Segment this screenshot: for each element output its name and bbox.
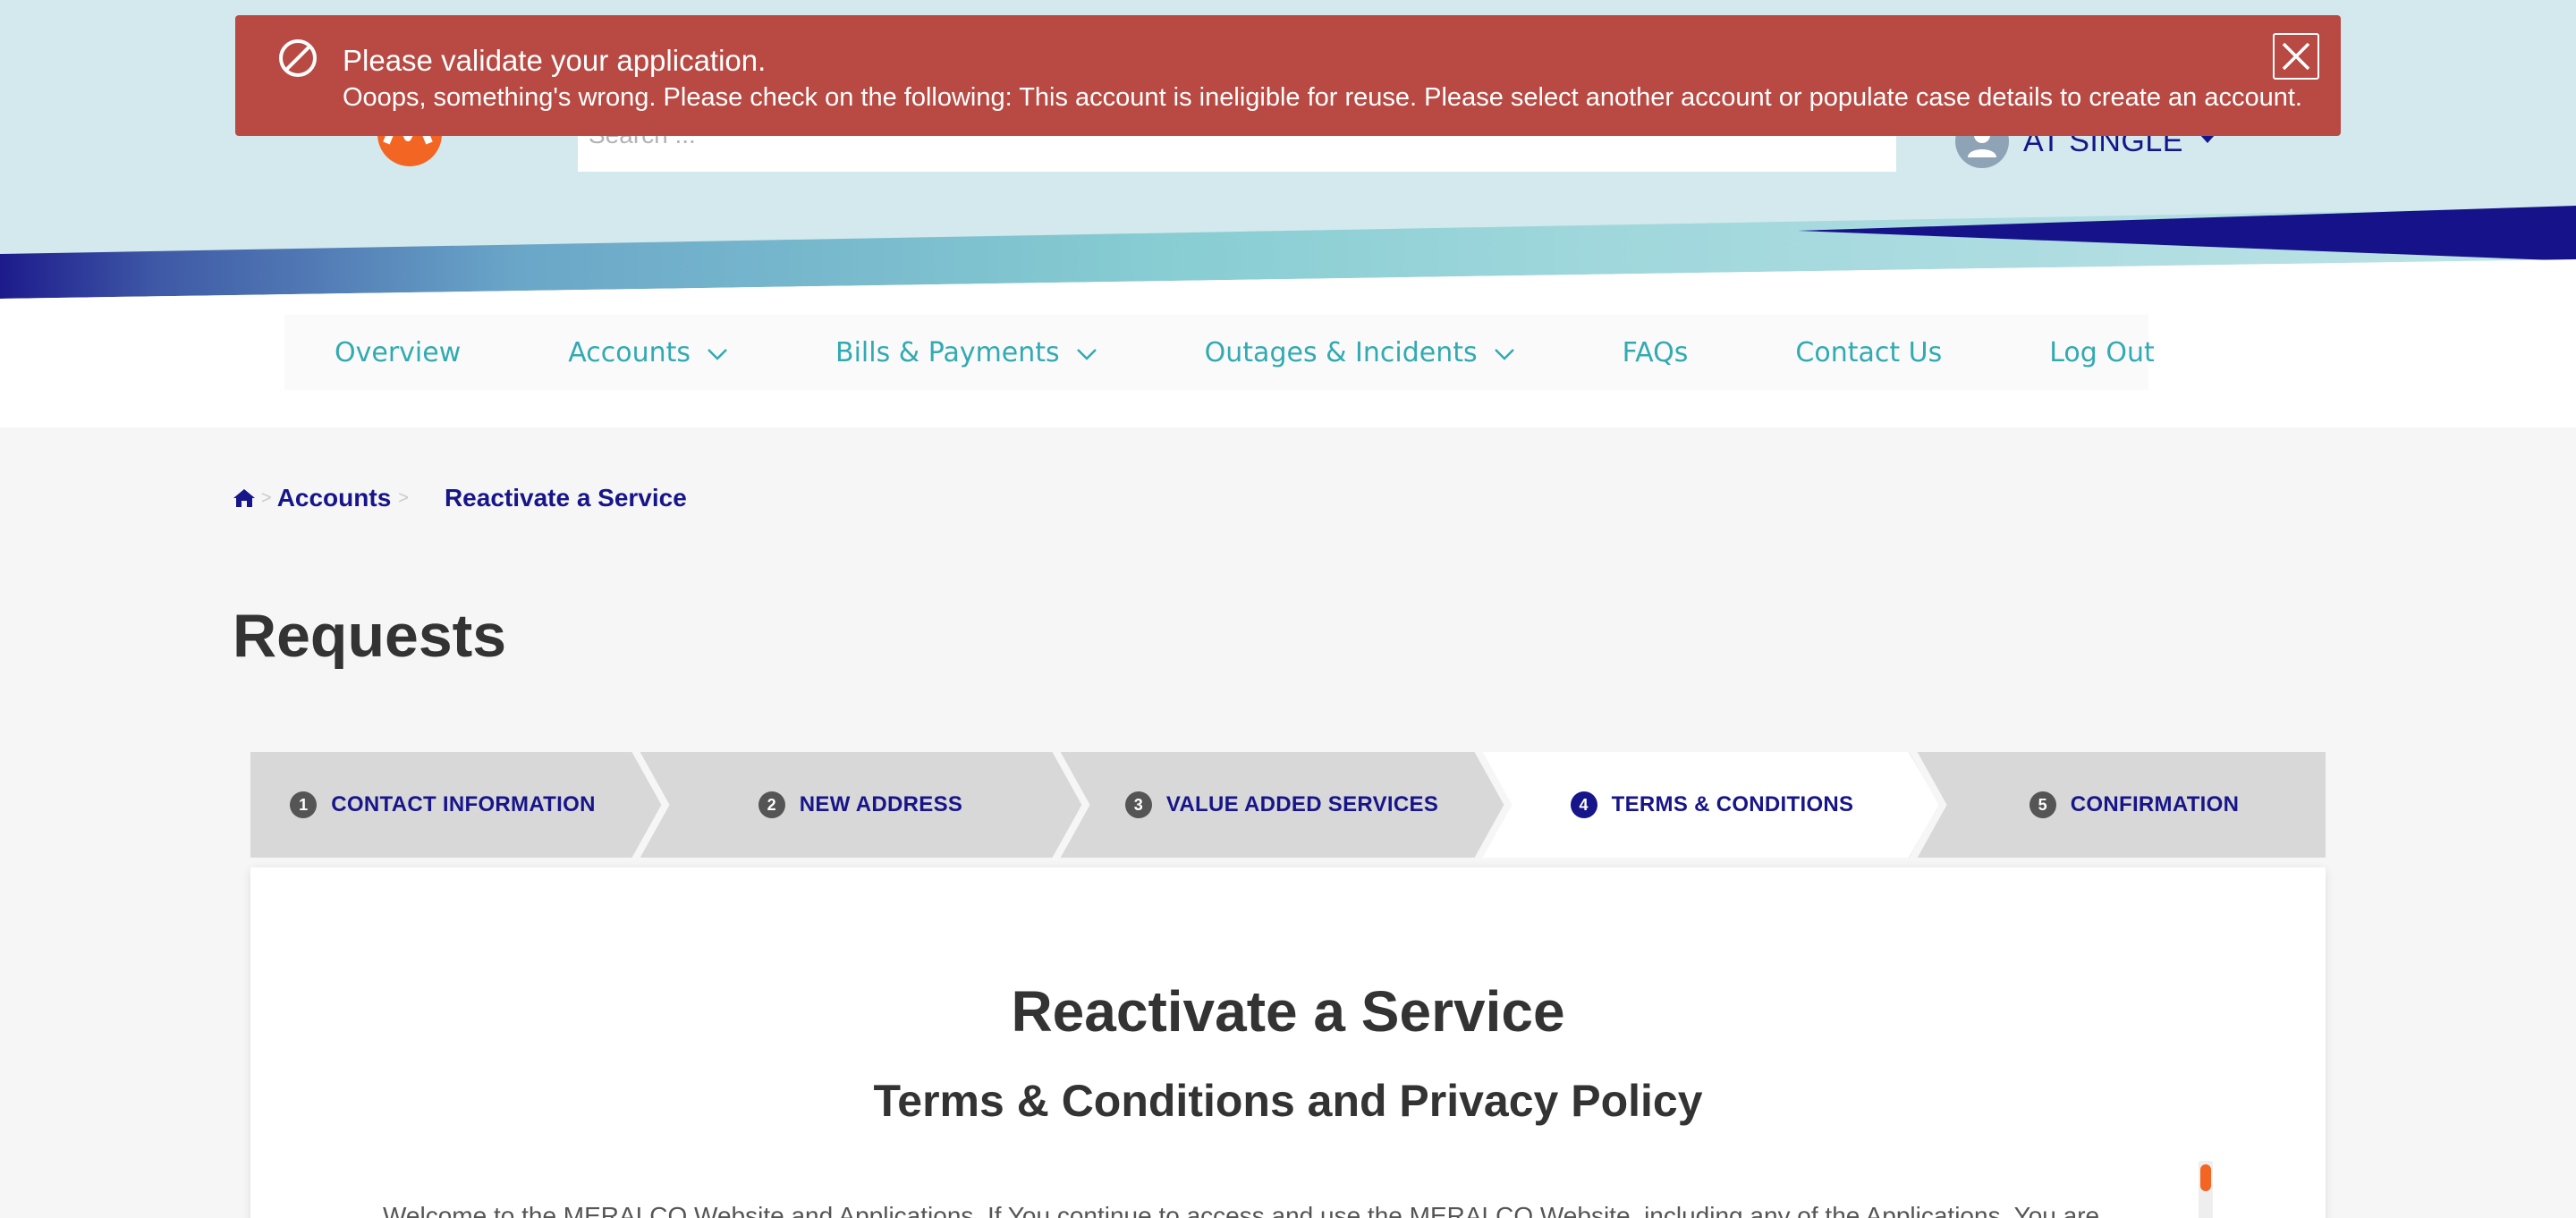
step-confirmation[interactable]: 5 CONFIRMATION (1943, 752, 2326, 858)
error-alert: Please validate your application. Ooops,… (235, 15, 2341, 136)
nav-item-accounts[interactable]: Accounts (568, 337, 728, 368)
close-icon (2282, 42, 2310, 71)
step-value-added-services[interactable]: 3 VALUE ADDED SERVICES (1086, 752, 1478, 858)
step-new-address[interactable]: 2 NEW ADDRESS (665, 752, 1055, 858)
prohibited-icon (279, 39, 317, 77)
step-label: CONTACT INFORMATION (331, 792, 596, 816)
card-title: Reactivate a Service (1011, 979, 1565, 1044)
nav-item-log-out[interactable]: Log Out (2049, 337, 2155, 368)
step-label: TERMS & CONDITIONS (1611, 792, 1854, 816)
chevron-down-icon (708, 349, 727, 360)
request-stepper: 1 CONTACT INFORMATION 2 NEW ADDRESS 3 VA… (250, 752, 2326, 858)
step-number: 1 (290, 791, 318, 818)
nav-item-label: Accounts (568, 336, 691, 368)
nav-item-label: Contact Us (1795, 336, 1943, 368)
nav-item-faqs[interactable]: FAQs (1623, 337, 1689, 368)
step-label: CONFIRMATION (2070, 792, 2240, 816)
nav-item-label: Overview (335, 336, 462, 368)
chevron-down-icon (1494, 349, 1514, 360)
breadcrumb-separator: > (261, 487, 272, 508)
nav-item-label: Outages & Incidents (1204, 336, 1478, 368)
main-nav: Overview Accounts Bills & Payments Outag… (284, 315, 2155, 390)
step-number: 5 (2029, 791, 2056, 818)
home-icon[interactable] (233, 487, 256, 509)
breadcrumb: > Accounts > Reactivate a Service (233, 481, 687, 515)
nav-item-bills-payments[interactable]: Bills & Payments (835, 337, 1097, 368)
step-number: 3 (1124, 791, 1152, 818)
page-title: Requests (233, 602, 507, 670)
scrollbar-thumb[interactable] (2200, 1164, 2211, 1191)
nav-item-overview[interactable]: Overview (335, 337, 461, 368)
breadcrumb-item-accounts[interactable]: Accounts (277, 484, 392, 512)
nav-item-contact-us[interactable]: Contact Us (1795, 337, 1942, 368)
breadcrumb-item-current: Reactivate a Service (444, 484, 687, 512)
nav-item-label: FAQs (1622, 336, 1689, 368)
step-label: NEW ADDRESS (799, 792, 963, 816)
alert-title: Please validate your application. (343, 44, 767, 77)
step-terms-conditions[interactable]: 4 TERMS & CONDITIONS (1512, 752, 1912, 858)
step-label: VALUE ADDED SERVICES (1165, 792, 1439, 816)
step-number: 2 (758, 791, 785, 818)
step-contact-information[interactable]: 1 CONTACT INFORMATION (250, 752, 635, 858)
card-subtitle: Terms & Conditions and Privacy Policy (873, 1076, 1703, 1126)
step-number: 4 (1570, 791, 1597, 818)
nav-item-label: Log Out (2049, 336, 2155, 368)
terms-text: Welcome to the MERALCO Website and Appli… (383, 1202, 2100, 1218)
chevron-down-icon (1076, 349, 1097, 360)
nav-item-label: Bills & Payments (835, 336, 1060, 368)
terms-card: Reactivate a Service Terms & Conditions … (250, 867, 2326, 1218)
close-alert-button[interactable] (2273, 33, 2319, 80)
nav-item-outages-incidents[interactable]: Outages & Incidents (1205, 337, 1515, 368)
breadcrumb-separator: > (398, 487, 409, 508)
alert-message: Ooops, something's wrong. Please check o… (343, 83, 2302, 112)
